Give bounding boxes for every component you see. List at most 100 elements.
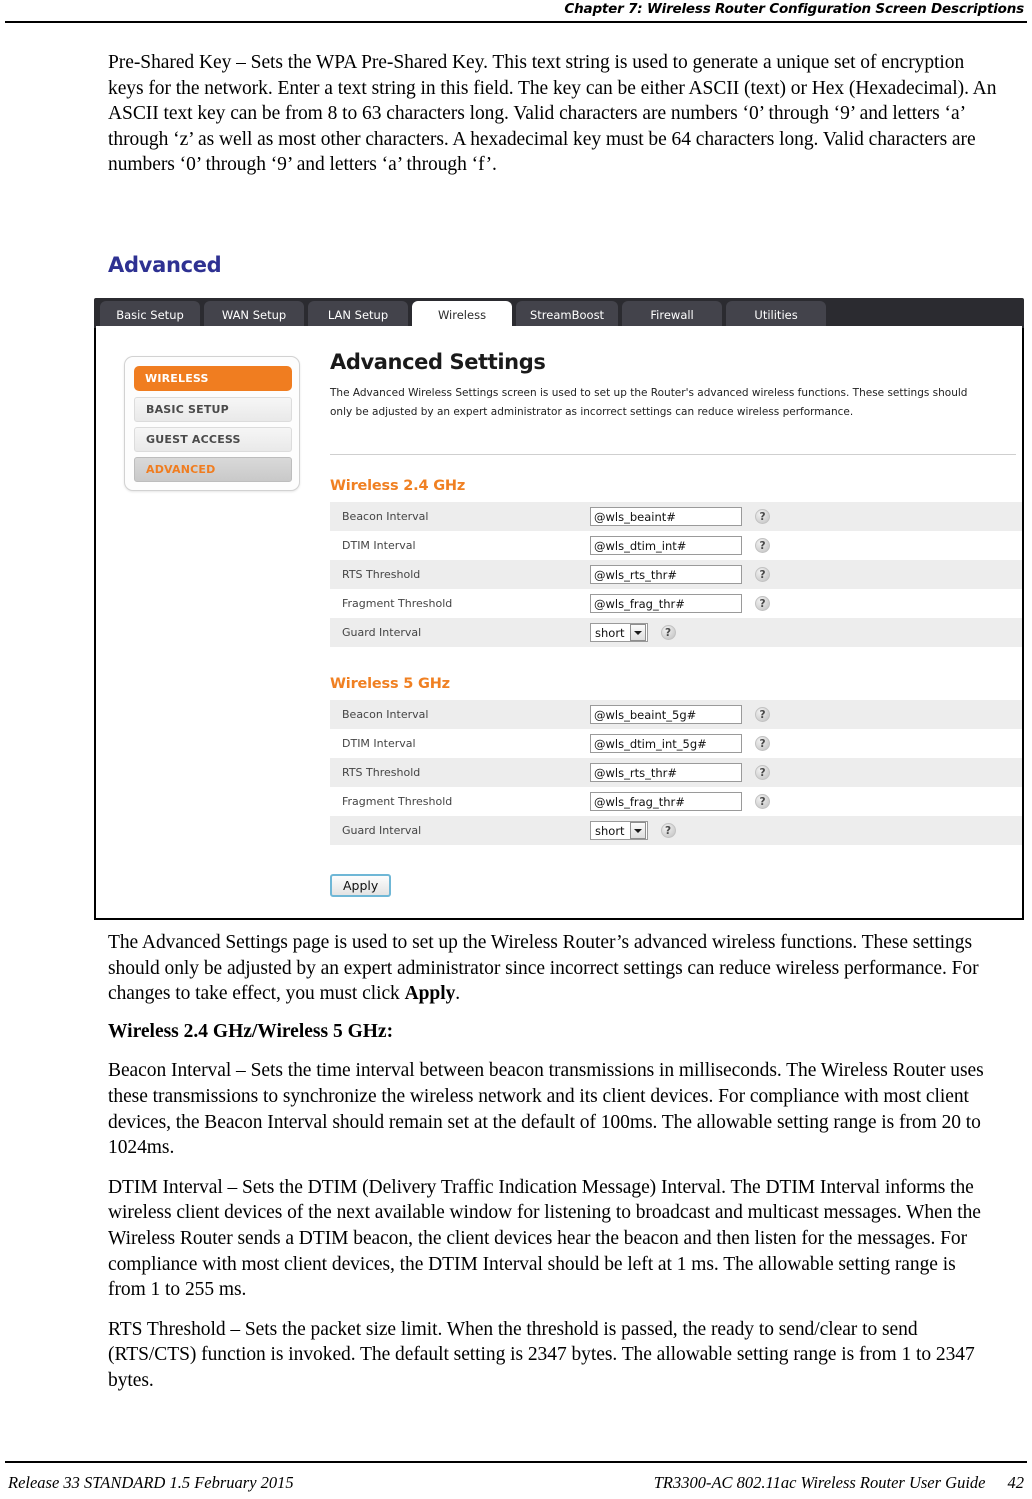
setting-label: Beacon Interval (330, 502, 590, 531)
router-tab-firewall[interactable]: Firewall (622, 301, 723, 328)
setting-control-cell: ? (590, 787, 1022, 816)
setting-control-cell: ? (590, 502, 1022, 531)
control-wrapper: ? (590, 536, 1022, 555)
footer-release-info: Release 33 STANDARD 1.5 February 2015 (8, 1473, 294, 1492)
control-wrapper: ? (590, 594, 1022, 613)
setting-control-cell: ? (590, 531, 1022, 560)
router-tab-lan-setup[interactable]: LAN Setup (308, 301, 408, 328)
pane-divider (330, 454, 1016, 455)
setting-label: RTS Threshold (330, 758, 590, 787)
control-wrapper: short? (590, 623, 1022, 642)
control-wrapper: short? (590, 821, 1022, 840)
input-fragment-threshold[interactable] (590, 594, 742, 613)
router-tab-utilities[interactable]: Utilities (726, 301, 827, 328)
setting-control-cell: short? (590, 618, 1022, 647)
help-icon[interactable]: ? (755, 538, 770, 553)
caret-glyph (633, 630, 642, 635)
control-wrapper: ? (590, 792, 1022, 811)
input-rts-threshold[interactable] (590, 565, 742, 584)
apply-button[interactable]: Apply (330, 874, 392, 897)
footer-page-number: 42 (1007, 1473, 1025, 1492)
sidebar-header-wireless: WIRELESS (134, 366, 292, 391)
sidebar-item-basic-setup[interactable]: BASIC SETUP (134, 397, 292, 422)
settings-row: Guard Interval short? (330, 816, 1022, 845)
router-tab-bar: Basic Setup WAN Setup LAN Setup Wireless Str… (94, 298, 1024, 328)
figure-border-bottom (94, 918, 1024, 920)
input-dtim-interval[interactable] (590, 536, 742, 555)
pane-title-advanced-settings: Advanced Settings (330, 350, 546, 374)
select-value: short (595, 625, 625, 640)
chevron-down-icon[interactable] (629, 822, 646, 839)
router-tab-wan-setup[interactable]: WAN Setup (204, 301, 304, 328)
input-beacon-interval[interactable] (590, 705, 742, 724)
group-title-wireless-5ghz: Wireless 5 GHz (330, 676, 450, 692)
setting-label: Fragment Threshold (330, 589, 590, 618)
sidebar-item-advanced[interactable]: ADVANCED (134, 457, 292, 482)
control-wrapper: ? (590, 705, 1022, 724)
router-sidebar: WIRELESS BASIC SETUP GUEST ACCESS ADVANC… (124, 356, 300, 491)
paragraph-advanced-overview-text: The Advanced Settings page is used to se… (108, 932, 979, 1005)
help-icon[interactable]: ? (660, 625, 676, 640)
control-wrapper: ? (590, 507, 1022, 526)
paragraph-dtim-interval: DTIM Interval – Sets the DTIM (Delivery … (108, 1176, 981, 1301)
setting-control-cell: ? (590, 589, 1022, 618)
page-running-header: Chapter 7: Wireless Router Configuration… (0, 0, 1032, 24)
router-main-pane: Advanced Settings The Advanced Wireless … (330, 350, 1020, 455)
help-icon[interactable]: ? (660, 823, 676, 838)
setting-label: Guard Interval (330, 816, 590, 845)
document-content-bottom: The Advanced Settings page is used to se… (108, 930, 998, 1408)
setting-control-cell: ? (590, 758, 1022, 787)
setting-control-cell: ? (590, 700, 1022, 729)
help-icon[interactable]: ? (755, 707, 770, 722)
help-icon[interactable]: ? (755, 567, 770, 582)
setting-label: DTIM Interval (330, 729, 590, 758)
settings-row: Beacon Interval? (330, 502, 1022, 531)
help-icon[interactable]: ? (755, 736, 770, 751)
router-tab-wireless[interactable]: Wireless (412, 301, 512, 328)
input-rts-threshold[interactable] (590, 763, 742, 782)
select-guard-interval[interactable]: short (590, 623, 648, 642)
help-icon[interactable]: ? (755, 765, 770, 780)
sidebar-item-guest-access[interactable]: GUEST ACCESS (134, 427, 292, 452)
chapter-title: Chapter 7: Wireless Router Configuration… (564, 1, 1024, 17)
chevron-down-icon[interactable] (629, 624, 646, 641)
settings-row: RTS Threshold? (330, 758, 1022, 787)
router-tab-streamboost[interactable]: StreamBoost (516, 301, 619, 328)
help-icon[interactable]: ? (755, 596, 770, 611)
pane-description: The Advanced Wireless Settings screen is… (330, 387, 968, 418)
select-guard-interval[interactable]: short (590, 821, 648, 840)
paragraph-beacon-interval: Beacon Interval – Sets the time interval… (108, 1060, 984, 1159)
document-content-top: Pre-Shared Key – Sets the WPA Pre-Shared… (108, 50, 998, 192)
settings-row: Beacon Interval? (330, 700, 1022, 729)
setting-label: Fragment Threshold (330, 787, 590, 816)
help-icon[interactable]: ? (755, 509, 770, 524)
settings-row: DTIM Interval? (330, 531, 1022, 560)
footer-guide-title-wrap: TR3300-AC 802.11ac Wireless Router User … (654, 1473, 1024, 1493)
setting-control-cell: ? (590, 560, 1022, 589)
input-dtim-interval[interactable] (590, 734, 742, 753)
input-fragment-threshold[interactable] (590, 792, 742, 811)
paragraph-pre-shared-key: Pre-Shared Key – Sets the WPA Pre-Shared… (108, 52, 997, 176)
router-page-body: WIRELESS BASIC SETUP GUEST ACCESS ADVANC… (96, 326, 1022, 918)
help-icon[interactable]: ? (755, 794, 770, 809)
setting-control-cell: short? (590, 816, 1022, 845)
group-title-wireless-24ghz: Wireless 2.4 GHz (330, 478, 466, 494)
settings-row: Guard Interval short? (330, 618, 1022, 647)
settings-table-24ghz: Beacon Interval?DTIM Interval?RTS Thresh… (330, 502, 1022, 647)
settings-table-5ghz: Beacon Interval?DTIM Interval?RTS Thresh… (330, 700, 1022, 845)
page-running-footer: Release 33 STANDARD 1.5 February 2015 TR… (0, 1461, 1032, 1499)
control-wrapper: ? (590, 734, 1022, 753)
header-divider (5, 21, 1027, 23)
router-tab-basic-setup[interactable]: Basic Setup (100, 301, 200, 328)
setting-label: Guard Interval (330, 618, 590, 647)
subheading-wireless-bands: Wireless 2.4 GHz/Wireless 5 GHz: (108, 1020, 394, 1042)
control-wrapper: ? (590, 763, 1022, 782)
control-wrapper: ? (590, 565, 1022, 584)
settings-row: Fragment Threshold? (330, 787, 1022, 816)
router-ui-screenshot-figure: Basic Setup WAN Setup LAN Setup Wireless Str… (94, 298, 1024, 920)
setting-label: RTS Threshold (330, 560, 590, 589)
paragraph-rts-threshold: RTS Threshold – Sets the packet size lim… (108, 1318, 975, 1391)
settings-row: RTS Threshold? (330, 560, 1022, 589)
input-beacon-interval[interactable] (590, 507, 742, 526)
page-section-heading: Advanced (108, 253, 222, 277)
